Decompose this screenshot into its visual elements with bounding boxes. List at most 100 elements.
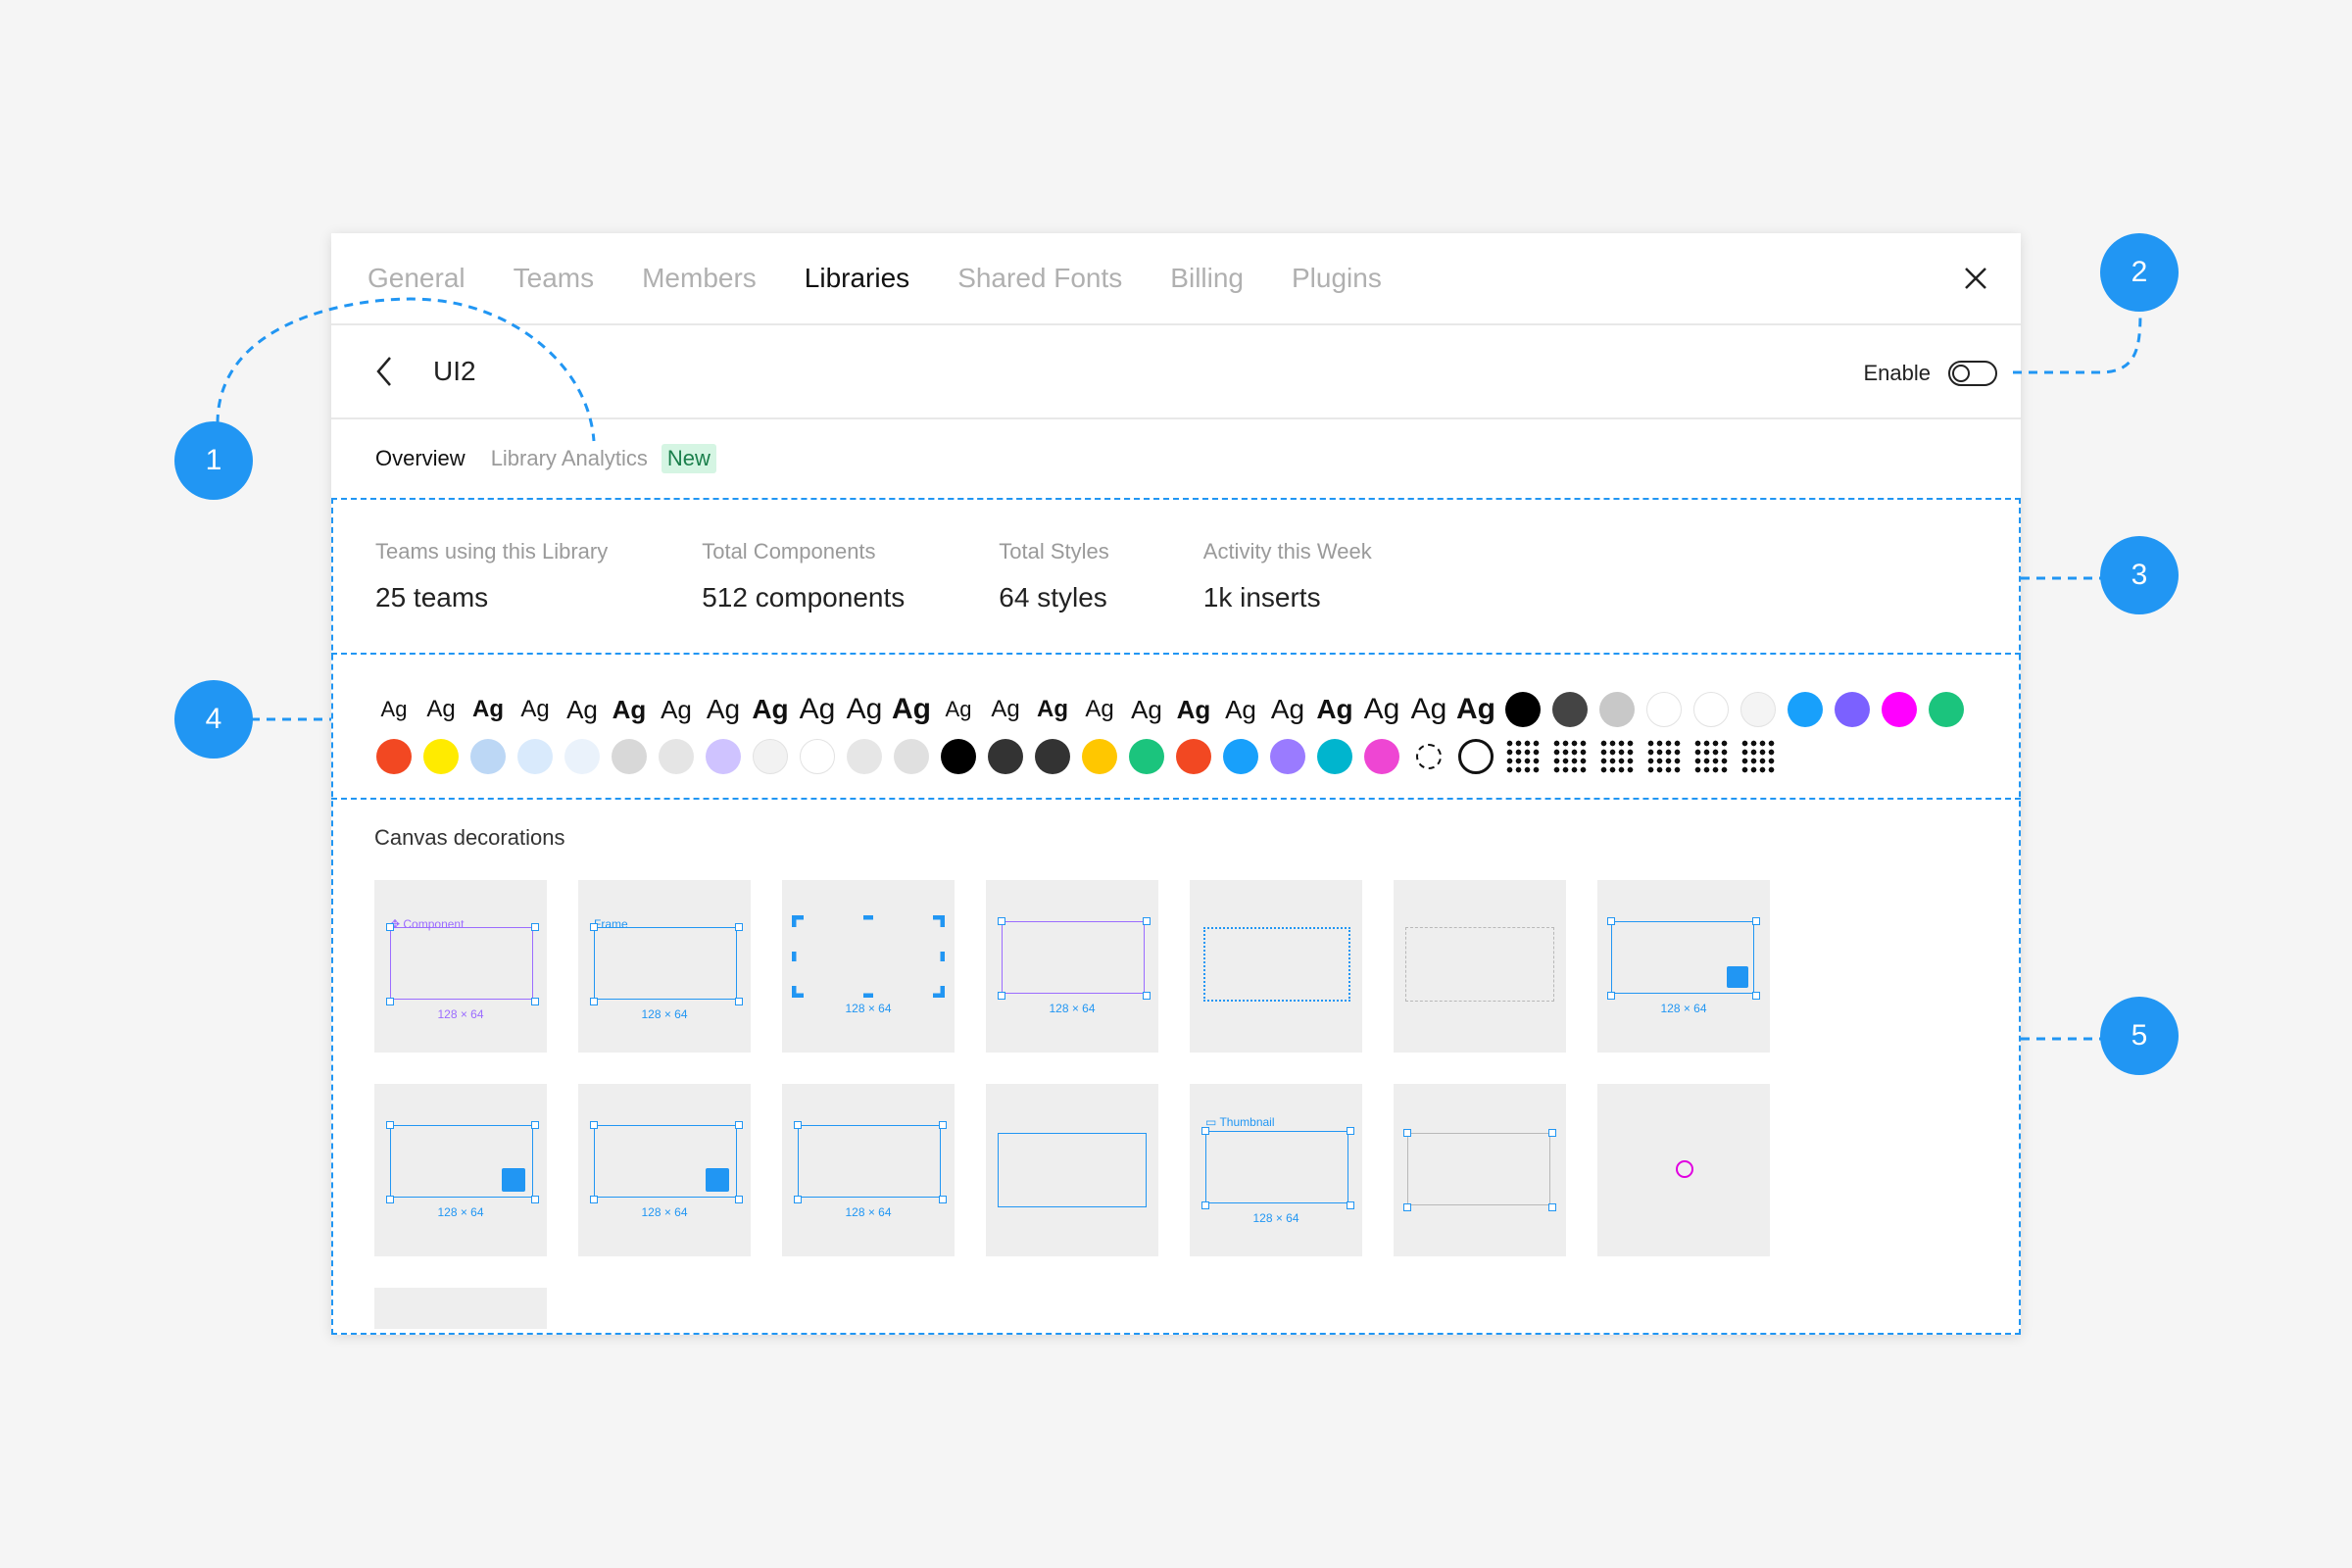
text-style-swatch[interactable]: Ag [1029, 696, 1076, 723]
color-style-swatch[interactable] [376, 739, 412, 774]
color-style-swatch[interactable] [612, 739, 647, 774]
tab-members[interactable]: Members [642, 263, 757, 294]
color-style-swatch[interactable] [470, 739, 506, 774]
color-style-swatch[interactable] [1317, 739, 1352, 774]
color-style-swatch[interactable] [659, 739, 694, 774]
color-style-swatch[interactable] [988, 739, 1023, 774]
grid-style-icon[interactable] [1552, 739, 1588, 774]
library-title: UI2 [433, 356, 476, 386]
resize-handle [1607, 917, 1615, 925]
grid-style-icon[interactable] [1646, 739, 1682, 774]
columns-layout-icon [502, 1168, 525, 1192]
text-style-swatch[interactable]: Ag [1452, 693, 1499, 726]
text-style-swatch[interactable]: Ag [1123, 695, 1170, 725]
color-style-swatch[interactable] [1552, 692, 1588, 727]
tile-point[interactable] [1597, 1084, 1770, 1256]
text-style-swatch[interactable]: Ag [370, 697, 417, 722]
text-style-swatch[interactable]: Ag [794, 693, 841, 726]
tile-plain-frame[interactable] [986, 1084, 1158, 1256]
color-style-swatch[interactable] [423, 739, 459, 774]
resize-handle [386, 1121, 394, 1129]
color-style-swatch[interactable] [1740, 692, 1776, 727]
grid-style-icon[interactable] [1599, 739, 1635, 774]
tile-grid-frame[interactable]: 128 × 64 [1597, 880, 1770, 1053]
text-style-swatch[interactable]: Ag [653, 695, 700, 725]
tile-selection-purple[interactable]: 128 × 64 [986, 880, 1158, 1053]
color-style-swatch[interactable] [1788, 692, 1823, 727]
text-style-swatch[interactable]: Ag [1170, 695, 1217, 725]
color-style-swatch[interactable] [1223, 739, 1258, 774]
text-style-swatch[interactable]: Ag [465, 696, 512, 723]
tile-corner-brackets[interactable]: 128 × 64 [782, 880, 955, 1053]
back-arrow-icon[interactable] [370, 354, 400, 389]
text-style-swatch[interactable]: Ag [841, 693, 888, 726]
color-style-swatch[interactable] [517, 739, 553, 774]
tile-component[interactable]: ✥ Component 128 × 64 [374, 880, 547, 1053]
color-style-swatch[interactable] [894, 739, 929, 774]
tile-thumbnail[interactable]: ▭ Thumbnail 128 × 64 [1190, 1084, 1362, 1256]
color-style-swatch[interactable] [1693, 692, 1729, 727]
color-style-swatch[interactable] [1882, 692, 1917, 727]
resize-handle [1548, 1129, 1556, 1137]
color-style-swatch[interactable] [847, 739, 882, 774]
close-icon[interactable] [1958, 261, 1993, 296]
tile-dashed-frame[interactable] [1394, 880, 1566, 1053]
grid-style-icon[interactable] [1505, 739, 1541, 774]
text-style-swatch[interactable]: Ag [606, 695, 653, 725]
tile-selection-blue[interactable]: 128 × 64 [782, 1084, 955, 1256]
enable-toggle[interactable] [1948, 361, 1997, 386]
text-style-swatch[interactable]: Ag [982, 696, 1029, 723]
tab-general[interactable]: General [368, 263, 466, 294]
tile-dotted-frame[interactable] [1190, 880, 1362, 1053]
color-style-swatch[interactable] [1646, 692, 1682, 727]
tile-columns-frame[interactable]: 128 × 64 [374, 1084, 547, 1256]
resize-handle [939, 1196, 947, 1203]
tab-plugins[interactable]: Plugins [1292, 263, 1382, 294]
text-style-swatch[interactable]: Ag [1311, 694, 1358, 725]
tab-teams[interactable]: Teams [514, 263, 594, 294]
text-style-swatch[interactable]: Ag [512, 696, 559, 723]
text-style-swatch[interactable]: Ag [1076, 696, 1123, 723]
text-style-swatch[interactable]: Ag [888, 693, 935, 726]
dimension-label: 128 × 64 [437, 1205, 484, 1219]
effect-style-icon[interactable] [1416, 744, 1442, 769]
tile-rows-frame[interactable]: 128 × 64 [578, 1084, 751, 1256]
color-style-swatch[interactable] [1035, 739, 1070, 774]
text-style-swatch[interactable]: Ag [417, 696, 465, 723]
tab-libraries[interactable]: Libraries [805, 263, 909, 294]
color-style-swatch[interactable] [1364, 739, 1399, 774]
enable-control: Enable [1863, 361, 1997, 386]
text-style-swatch[interactable]: Ag [1358, 693, 1405, 726]
color-style-swatch[interactable] [706, 739, 741, 774]
subtab-library-analytics[interactable]: Library Analytics [491, 446, 648, 471]
color-style-swatch[interactable] [564, 739, 600, 774]
color-style-swatch[interactable] [1599, 692, 1635, 727]
text-style-swatch[interactable]: Ag [1405, 693, 1452, 726]
color-style-swatch[interactable] [800, 739, 835, 774]
tab-shared-fonts[interactable]: Shared Fonts [957, 263, 1122, 294]
text-style-swatch[interactable]: Ag [1217, 695, 1264, 725]
color-style-swatch[interactable] [1176, 739, 1211, 774]
color-style-swatch[interactable] [1835, 692, 1870, 727]
text-style-swatch[interactable]: Ag [1264, 694, 1311, 725]
color-style-swatch[interactable] [1082, 739, 1117, 774]
color-style-swatch[interactable] [1129, 739, 1164, 774]
color-style-swatch[interactable] [753, 739, 788, 774]
text-style-swatch[interactable]: Ag [747, 694, 794, 725]
color-style-swatch[interactable] [941, 739, 976, 774]
shadow-style-icon[interactable] [1458, 739, 1494, 774]
color-style-swatch[interactable] [1270, 739, 1305, 774]
tile-frame[interactable]: Frame 128 × 64 [578, 880, 751, 1053]
grid-style-icon[interactable] [1740, 739, 1776, 774]
grid-style-icon[interactable] [1693, 739, 1729, 774]
color-style-swatch[interactable] [1505, 692, 1541, 727]
text-style-swatch[interactable]: Ag [700, 694, 747, 725]
tab-billing[interactable]: Billing [1170, 263, 1244, 294]
text-style-swatch[interactable]: Ag [559, 695, 606, 725]
tile-gray-selection[interactable] [1394, 1084, 1566, 1256]
swatch-row [370, 737, 2021, 776]
tile-partial[interactable] [374, 1288, 547, 1329]
subtab-overview[interactable]: Overview [375, 446, 466, 471]
color-style-swatch[interactable] [1929, 692, 1964, 727]
text-style-swatch[interactable]: Ag [935, 697, 982, 722]
